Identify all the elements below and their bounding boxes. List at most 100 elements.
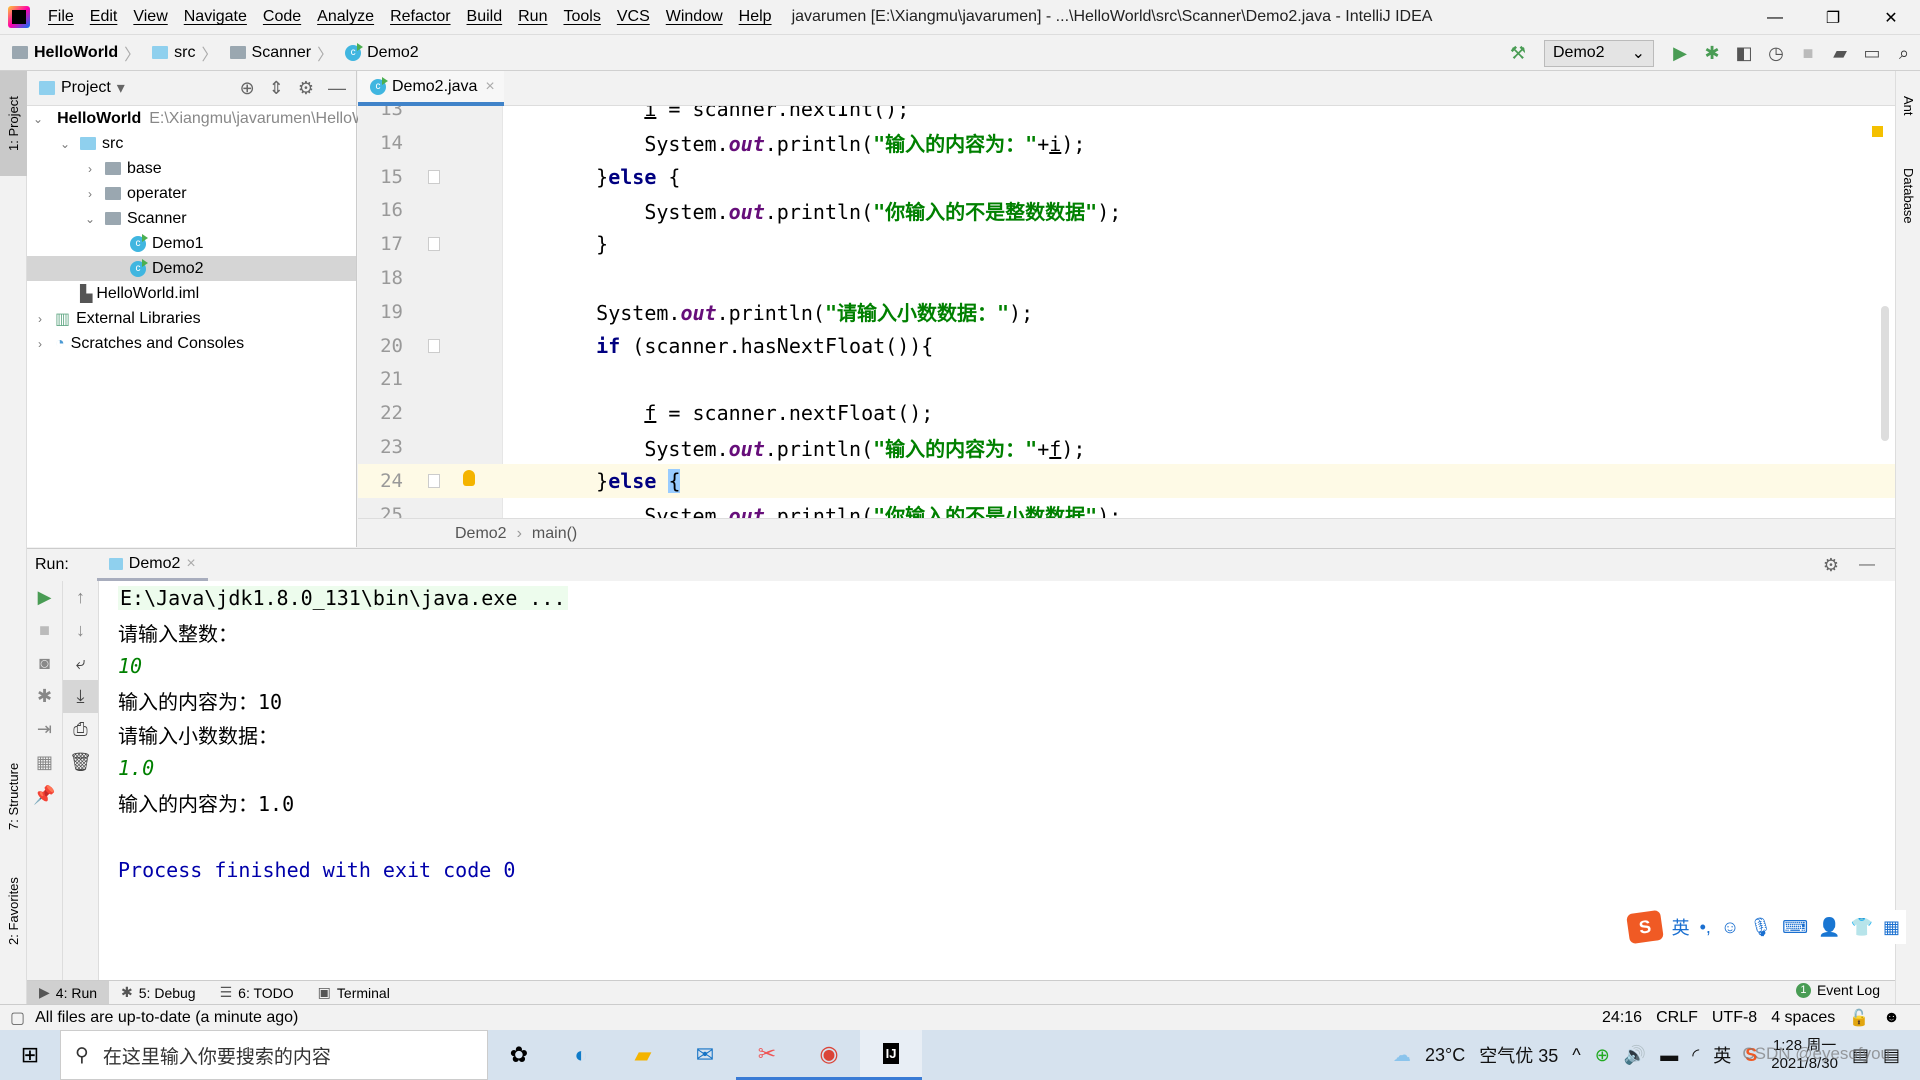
fold-marker-icon[interactable]: [428, 169, 440, 184]
build-hammer-icon[interactable]: ⚒: [1502, 38, 1534, 68]
snipping-tool-icon[interactable]: ✂: [736, 1030, 798, 1080]
profile-icon[interactable]: ◷: [1760, 38, 1792, 68]
input-language[interactable]: 英: [1713, 1042, 1731, 1068]
line-number[interactable]: 20: [358, 335, 413, 357]
start-button[interactable]: ⊞: [0, 1042, 60, 1068]
keyboard-icon[interactable]: ⌨: [1782, 917, 1808, 938]
code-line[interactable]: 24 }else {: [358, 463, 1895, 498]
ime-punctuation-toggle[interactable]: •,: [1700, 917, 1711, 938]
code-line[interactable]: 23 System.out.println("输入的内容为："+f);: [358, 430, 1895, 464]
trash-icon[interactable]: 🗑: [63, 746, 98, 779]
tree-item-external-libraries[interactable]: › ▥ External Libraries: [27, 306, 356, 331]
code-line[interactable]: 20 if (scanner.hasNextFloat()){: [358, 329, 1895, 363]
pin-icon[interactable]: 📌: [27, 779, 62, 812]
tree-item-src[interactable]: ⌄ src: [27, 131, 356, 156]
code-line[interactable]: 25 System.out.println("你输入的不是小数数据");: [358, 498, 1895, 518]
event-log-button[interactable]: 1 Event Log: [1795, 982, 1880, 998]
layout-icon[interactable]: ▦: [27, 746, 62, 779]
exit-icon[interactable]: ⇥: [27, 713, 62, 746]
tree-item-demo2[interactable]: c Demo2: [27, 256, 356, 281]
collapse-arrow-icon[interactable]: ›: [83, 187, 97, 201]
project-tool-tab[interactable]: 1: Project: [0, 71, 27, 176]
run-configuration-select[interactable]: Demo2 ⌄: [1544, 39, 1654, 67]
tree-item-demo1[interactable]: c Demo1: [27, 231, 356, 256]
menu-edit[interactable]: Edit: [82, 8, 126, 26]
menu-view[interactable]: View: [125, 8, 175, 26]
wifi-icon[interactable]: ◜: [1692, 1045, 1699, 1066]
tree-item-base[interactable]: › base: [27, 156, 356, 181]
presentation-icon[interactable]: ▭: [1856, 38, 1888, 68]
menu-navigate[interactable]: Navigate: [176, 8, 255, 26]
debug-restart-icon[interactable]: ✱: [27, 680, 62, 713]
locate-target-icon[interactable]: ⊕: [240, 78, 255, 99]
line-separator[interactable]: CRLF: [1656, 1009, 1698, 1027]
taskbar-search-box[interactable]: ⚲ 在这里输入你要搜索的内容: [60, 1030, 488, 1080]
breadcrumb-helloworld[interactable]: HelloWorld 〉: [12, 41, 146, 65]
stop-icon[interactable]: ■: [27, 614, 62, 647]
hide-minimize-icon[interactable]: —: [328, 78, 346, 99]
dropdown-arrow-icon[interactable]: ▾: [117, 78, 125, 98]
menu-tools[interactable]: Tools: [555, 8, 608, 26]
close-tab-icon[interactable]: ×: [186, 555, 195, 573]
close-tab-icon[interactable]: ×: [485, 78, 494, 96]
tree-item-helloworld-iml[interactable]: ▙ HelloWorld.iml: [27, 281, 356, 306]
line-number[interactable]: 22: [358, 402, 413, 424]
code-line[interactable]: 19 System.out.println("请输入小数数据：");: [358, 295, 1895, 329]
collapse-arrow-icon[interactable]: ›: [33, 312, 47, 326]
down-arrow-icon[interactable]: ↓: [63, 614, 98, 647]
collapse-all-icon[interactable]: ⇕: [269, 78, 284, 99]
edge-browser-icon[interactable]: ◐: [550, 1030, 612, 1080]
expand-arrow-icon[interactable]: ⌄: [83, 212, 97, 226]
toolbox-grid-icon[interactable]: ▦: [1883, 917, 1900, 938]
fold-marker-icon[interactable]: [428, 473, 440, 488]
tool-window-terminal[interactable]: ▣ Terminal: [306, 981, 402, 1005]
user-icon[interactable]: 👤: [1818, 917, 1840, 938]
structure-tool-tab[interactable]: 7: Structure: [0, 741, 27, 851]
indent-setting[interactable]: 4 spaces: [1771, 1009, 1835, 1027]
tool-window-6-todo[interactable]: ☰ 6: TODO: [208, 981, 306, 1005]
database-tool-tab[interactable]: Database: [1896, 151, 1920, 241]
camera-dump-icon[interactable]: ◙: [27, 647, 62, 680]
file-encoding[interactable]: UTF-8: [1712, 1009, 1757, 1027]
weather-temp[interactable]: 23°C: [1425, 1045, 1465, 1066]
code-editor[interactable]: 13 i = scanner.nextInt(); 14 System.out.p…: [358, 106, 1895, 518]
tree-item-helloworld[interactable]: ⌄ HelloWorld E:\Xiangmu\javarumen\HelloWor…: [27, 106, 393, 131]
intellij-taskbar-icon[interactable]: IJ: [860, 1030, 922, 1080]
project-view-select[interactable]: Project: [61, 79, 111, 97]
security-app-icon[interactable]: ⊕: [1595, 1045, 1610, 1066]
line-number[interactable]: 14: [358, 132, 413, 154]
menu-help[interactable]: Help: [731, 8, 780, 26]
line-number[interactable]: 16: [358, 199, 413, 221]
air-quality[interactable]: 空气优 35: [1479, 1042, 1558, 1068]
menu-file[interactable]: File: [40, 8, 82, 26]
file-explorer-icon[interactable]: ▰: [612, 1030, 674, 1080]
gear-icon[interactable]: ⚙: [1823, 555, 1839, 576]
editor-breadcrumb-class[interactable]: Demo2: [455, 525, 507, 543]
minimize-button[interactable]: —: [1746, 0, 1804, 35]
collapse-arrow-icon[interactable]: ›: [83, 162, 97, 176]
menu-build[interactable]: Build: [459, 8, 511, 26]
line-number[interactable]: 13: [358, 106, 413, 120]
menu-code[interactable]: Code: [255, 8, 309, 26]
code-line[interactable]: 22 f = scanner.nextFloat();: [358, 396, 1895, 430]
line-number[interactable]: 19: [358, 301, 413, 323]
stop-icon[interactable]: ■: [1792, 38, 1824, 68]
skin-shirt-icon[interactable]: 👕: [1851, 917, 1873, 938]
code-line[interactable]: 21: [358, 362, 1895, 396]
tool-window-4-run[interactable]: ▶ 4: Run: [27, 980, 110, 1005]
caret-position[interactable]: 24:16: [1602, 1009, 1642, 1027]
tab-demo2-java[interactable]: c Demo2.java ×: [358, 71, 504, 106]
chrome-icon[interactable]: ◉: [798, 1030, 860, 1080]
expand-arrow-icon[interactable]: ⌄: [33, 112, 43, 126]
line-number[interactable]: 17: [358, 233, 413, 255]
restore-button[interactable]: ❐: [1804, 0, 1862, 35]
breadcrumb-scanner[interactable]: Scanner 〉: [229, 41, 340, 65]
close-button[interactable]: ✕: [1862, 0, 1920, 35]
tree-item-operater[interactable]: › operater: [27, 181, 356, 206]
code-line[interactable]: 15 }else {: [358, 160, 1895, 194]
tree-item-scratches-and-consoles[interactable]: › ◔ Scratches and Consoles: [27, 331, 356, 356]
show-hidden-icons-chevron[interactable]: ^: [1572, 1045, 1580, 1066]
fold-marker-icon[interactable]: [428, 237, 440, 252]
code-line[interactable]: 14 System.out.println("输入的内容为："+i);: [358, 126, 1895, 160]
hector-inspector-icon[interactable]: ☻: [1883, 1009, 1900, 1027]
